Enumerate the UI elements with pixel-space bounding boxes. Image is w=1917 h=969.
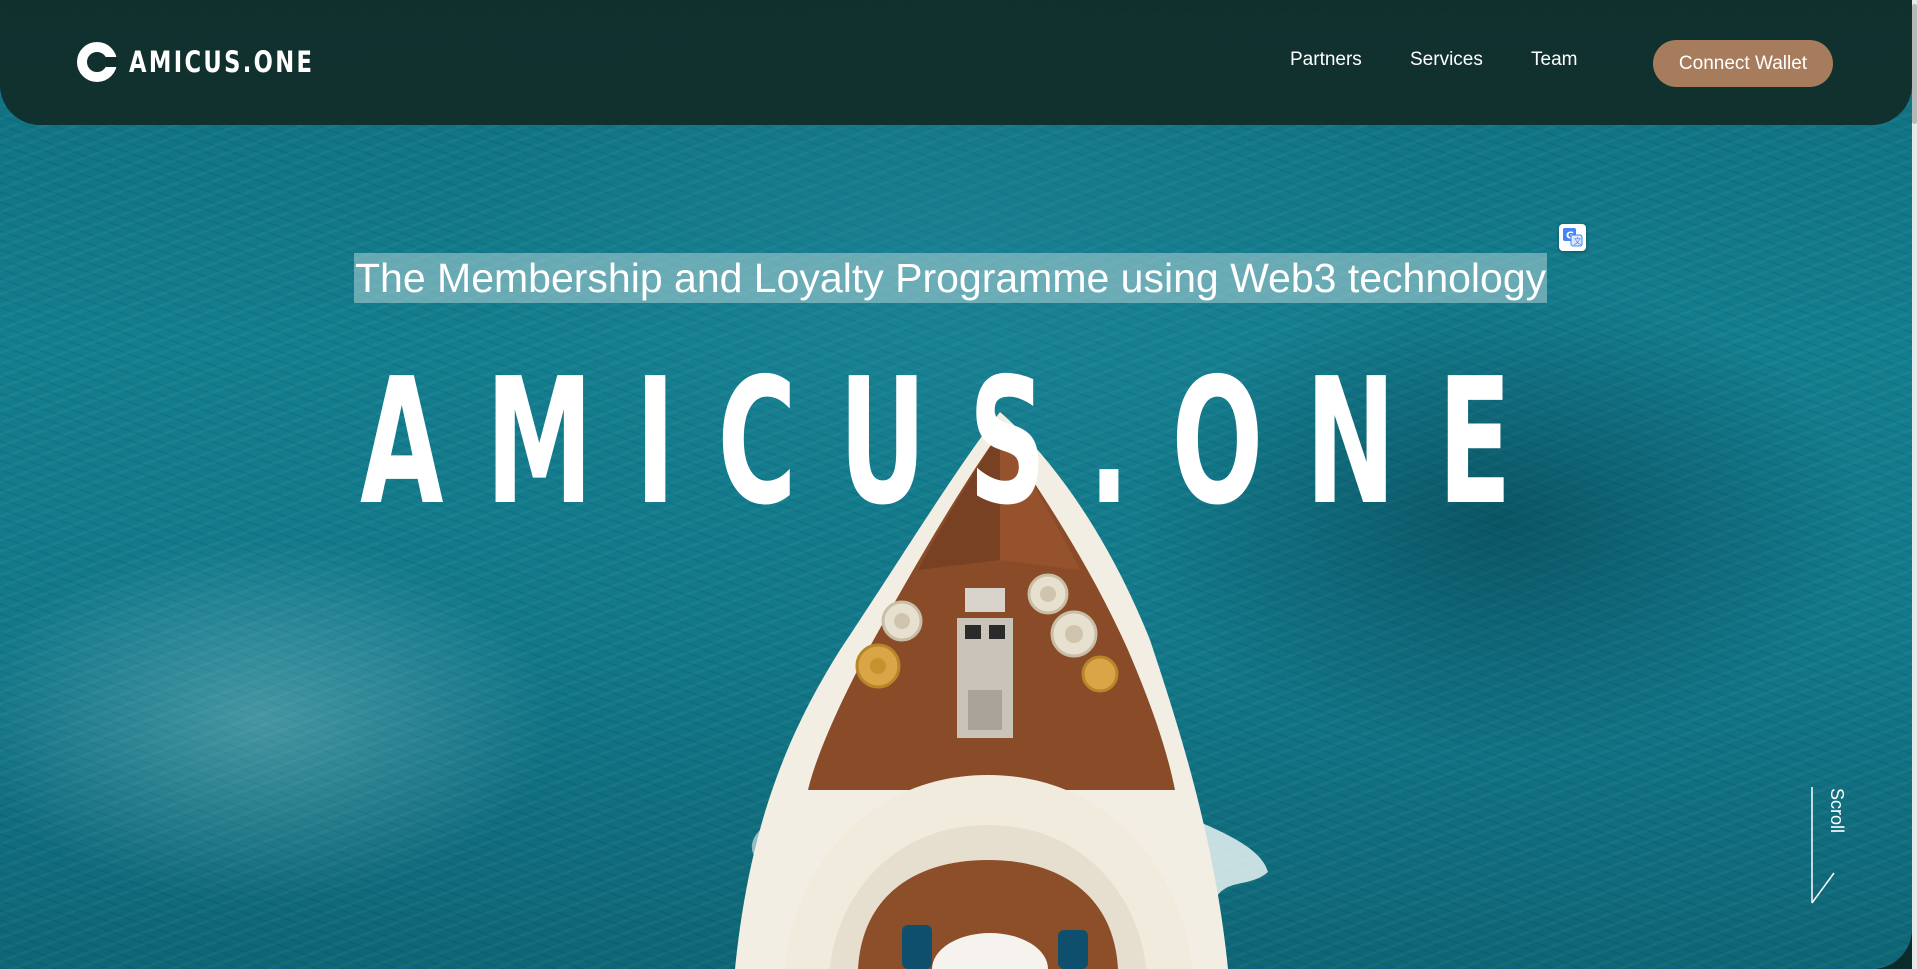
google-translate-icon[interactable]: G 文 [1559,224,1586,251]
site-header: AMICUS.ONE Partners Services Team Connec… [0,0,1912,125]
scrollbar-thumb[interactable] [1912,4,1917,124]
nav-link-partners[interactable]: Partners [1290,49,1362,71]
brand-logo[interactable]: AMICUS.ONE [76,40,367,84]
brand-name: AMICUS.ONE [129,45,315,79]
hero-tagline: The Membership and Loyalty Programme usi… [354,253,1548,303]
ring-logo-icon [77,42,118,82]
svg-text:文: 文 [1574,236,1582,246]
nav-link-services[interactable]: Services [1410,49,1483,71]
page-scrollbar[interactable] [1912,0,1917,969]
scroll-arrow-icon[interactable] [1808,787,1838,907]
page: AMICUS.ONE Partners Services Team Connec… [0,0,1917,969]
hero-title: AMICUS.ONE [360,341,1554,544]
connect-wallet-button[interactable]: Connect Wallet [1653,40,1833,87]
nav-link-team[interactable]: Team [1531,49,1577,71]
